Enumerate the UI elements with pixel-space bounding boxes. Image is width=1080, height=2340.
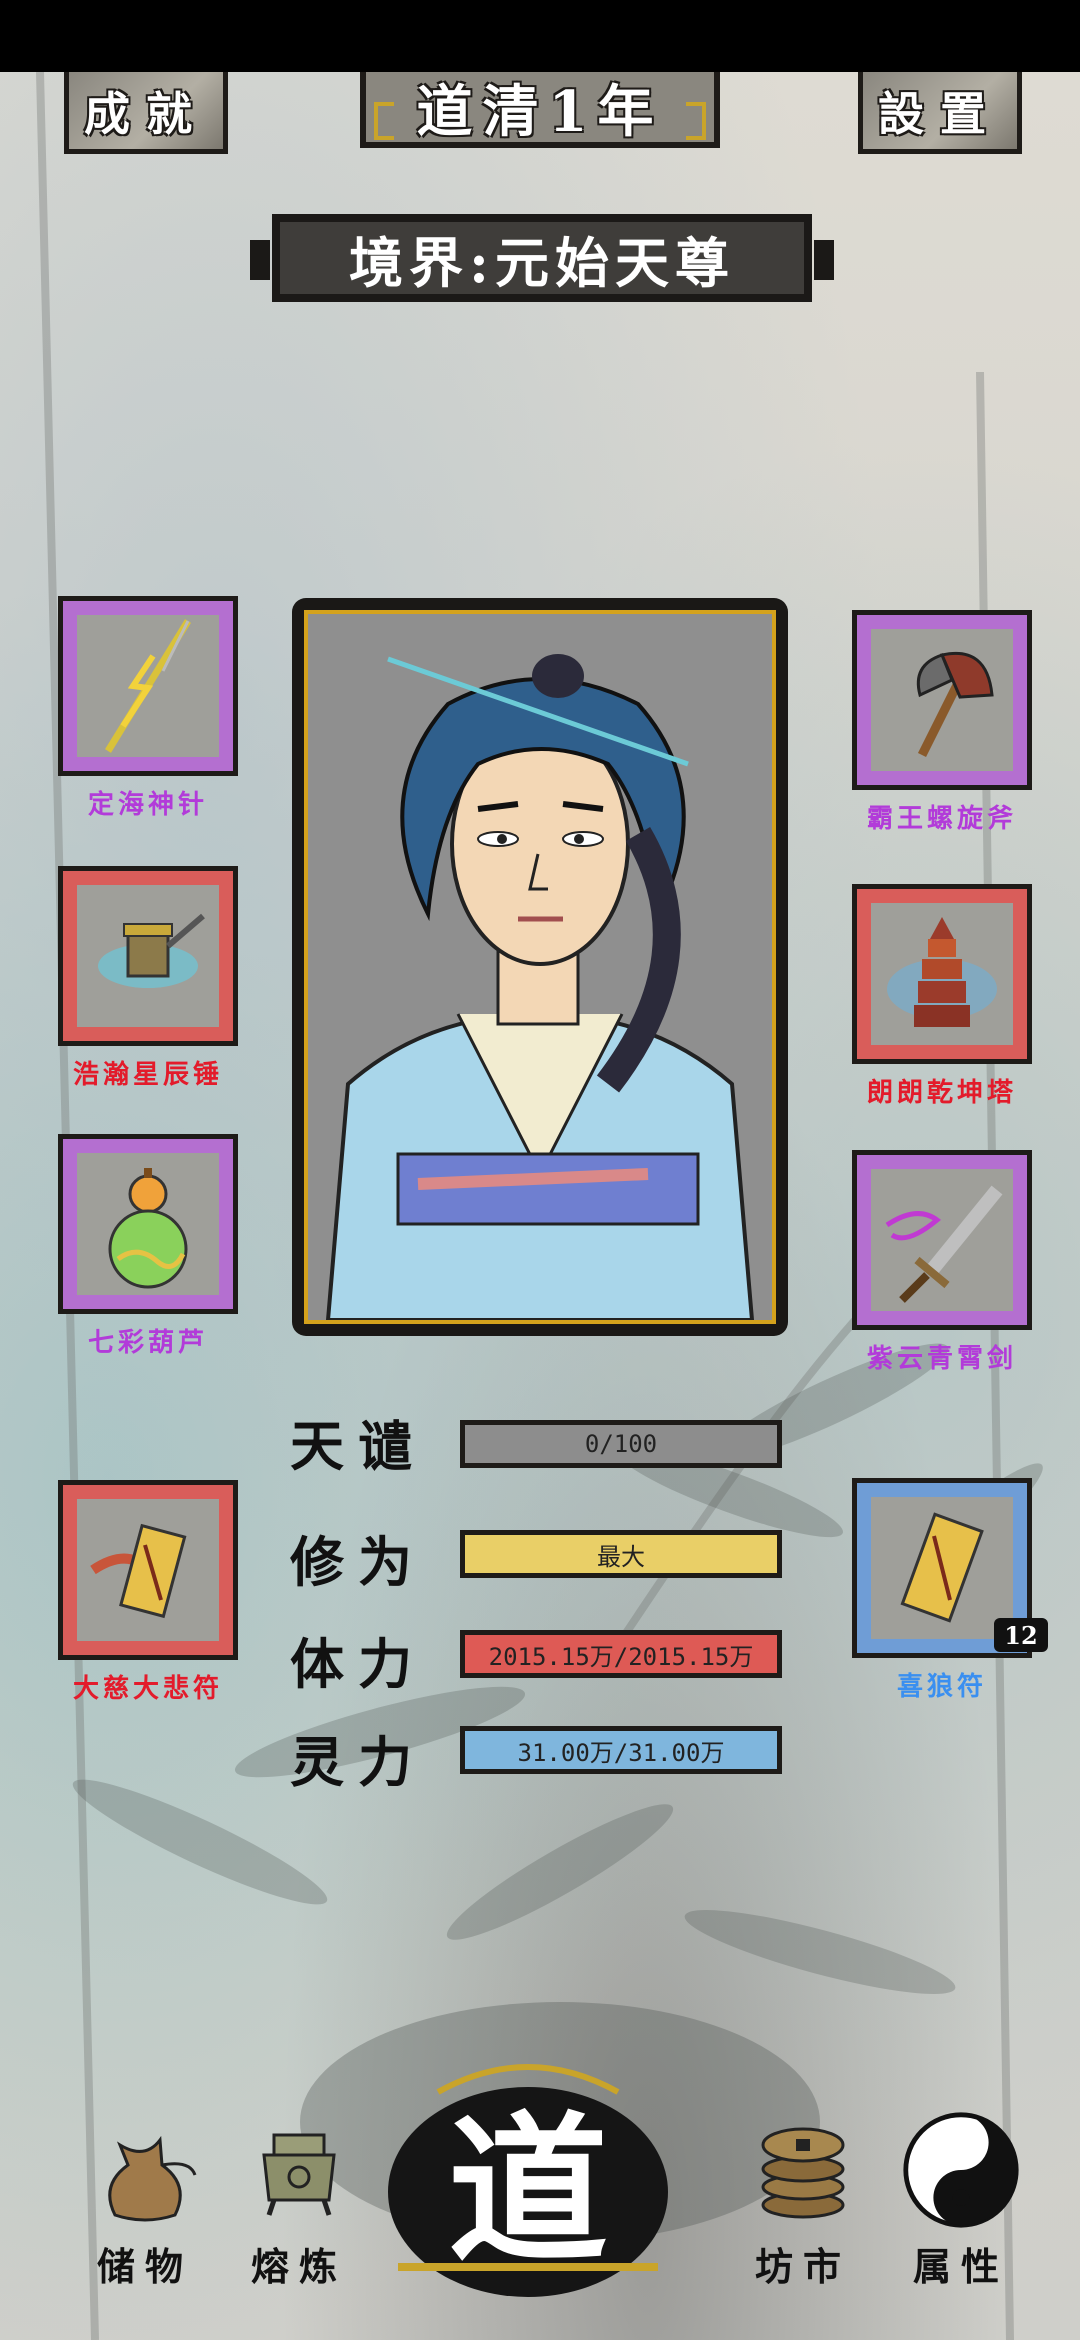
nav-market-label: 坊市: [754, 2244, 851, 2289]
status-bar: [0, 0, 1080, 72]
equip-slot-right-2[interactable]: 朗朗乾坤塔: [852, 884, 1032, 1109]
nav-dao-center-button[interactable]: 道: [378, 2052, 678, 2302]
yin-yang-icon: [903, 2112, 1019, 2228]
settings-label: 設置: [878, 86, 1002, 141]
talisman-icon: [900, 1512, 984, 1623]
nav-market[interactable]: 坊市: [728, 2110, 878, 2291]
talisman-icon: [90, 1523, 187, 1619]
achievements-button[interactable]: 成就: [64, 72, 228, 154]
axe-icon: [916, 651, 994, 758]
realm-banner: 境界:元始天尊: [250, 214, 834, 302]
character-portrait: [304, 610, 776, 1324]
heavenly-punishment-label: 天谴: [290, 1414, 426, 1478]
item-name: 朗朗乾坤塔: [866, 1078, 1017, 1108]
item-name: 紫云青霄剑: [866, 1344, 1017, 1374]
equip-slot-right-4[interactable]: 12 喜狼符: [852, 1478, 1048, 1703]
character-portrait-frame[interactable]: [292, 598, 788, 1336]
item-name: 大慈大悲符: [72, 1674, 223, 1704]
bar-text: 2015.15万/2015.15万: [488, 1642, 754, 1671]
heavenly-punishment-bar: 0/100: [460, 1420, 782, 1468]
achievements-label: 成就: [84, 86, 208, 141]
hammer-icon: [98, 913, 205, 988]
nav-forge[interactable]: 熔炼: [224, 2110, 374, 2291]
cultivation-label: 修为: [290, 1530, 426, 1594]
equip-slot-left-1[interactable]: 定海神针: [58, 596, 238, 821]
spirit-power-label: 灵力: [290, 1730, 426, 1794]
item-name: 喜狼符: [896, 1672, 987, 1702]
pagoda-icon: [887, 917, 997, 1027]
equip-slot-left-4[interactable]: 大慈大悲符: [58, 1480, 238, 1705]
item-name: 霸王螺旋斧: [866, 804, 1017, 834]
settings-button[interactable]: 設置: [858, 72, 1022, 154]
item-name: 定海神针: [87, 790, 208, 820]
stamina-bar: 2015.15万/2015.15万: [460, 1630, 782, 1678]
cultivation-bar: 最大: [460, 1530, 782, 1578]
character-illustration: [308, 614, 772, 1320]
cauldron-icon: [262, 2133, 336, 2216]
item-name: 七彩葫芦: [87, 1328, 208, 1358]
bar-text: 0/100: [584, 1430, 658, 1458]
equip-slot-left-2[interactable]: 浩瀚星辰锤: [58, 866, 238, 1091]
year-title: 道清1年: [416, 78, 664, 145]
nav-storage-label: 储物: [96, 2244, 193, 2289]
storage-bag-icon: [108, 2135, 197, 2222]
nav-storage[interactable]: 储物: [70, 2110, 220, 2291]
needle-weapon-icon: [105, 619, 191, 753]
year-title-plate: 道清1年: [360, 72, 720, 148]
bar-text: 最大: [597, 1542, 645, 1571]
nav-attributes[interactable]: 属性: [886, 2110, 1036, 2291]
nav-attributes-label: 属性: [912, 2244, 1009, 2289]
spirit-power-bar: 31.00万/31.00万: [460, 1726, 782, 1774]
gourd-icon: [108, 1168, 188, 1289]
nav-forge-label: 熔炼: [250, 2244, 347, 2289]
equip-slot-right-1[interactable]: 霸王螺旋斧: [852, 610, 1032, 835]
nav-dao-label: 道: [447, 2096, 608, 2284]
sword-icon: [885, 1185, 1003, 1303]
coins-icon: [761, 2127, 845, 2219]
item-count-badge: 12: [994, 1618, 1048, 1652]
bar-text: 31.00万/31.00万: [517, 1738, 725, 1767]
stamina-label: 体力: [290, 1632, 426, 1696]
realm-text: 境界:元始天尊: [349, 230, 735, 295]
item-name: 浩瀚星辰锤: [72, 1060, 223, 1090]
equip-slot-left-3[interactable]: 七彩葫芦: [58, 1134, 238, 1359]
equip-slot-right-3[interactable]: 紫云青霄剑: [852, 1150, 1032, 1375]
